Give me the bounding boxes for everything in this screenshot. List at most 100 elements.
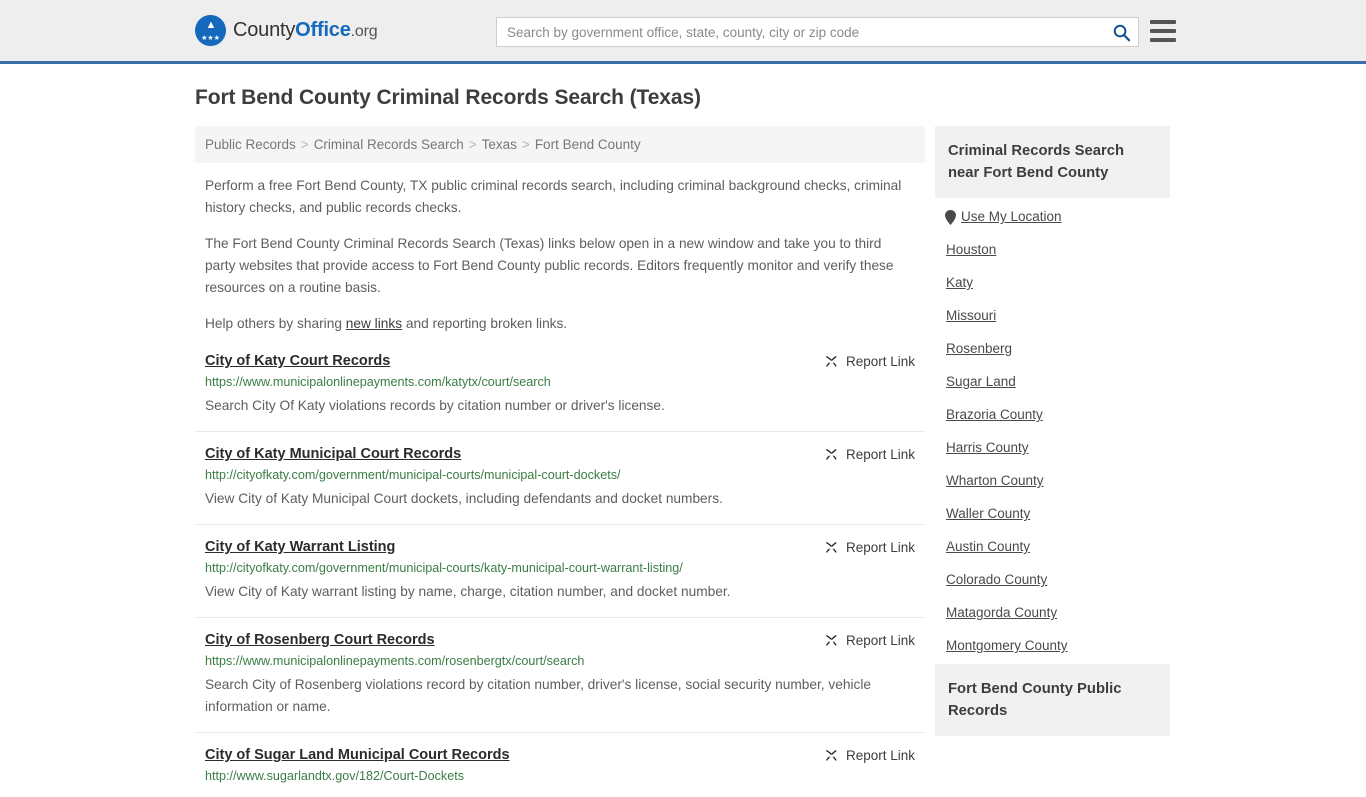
result-header: City of Rosenberg Court Records Report L… <box>205 632 915 648</box>
breadcrumb: Public Records > Criminal Records Search > T… <box>195 126 925 163</box>
breadcrumb-item-fort-bend-county: Fort Bend County <box>534 137 641 152</box>
broken-link-icon <box>826 750 837 761</box>
sidebar-item-austin-county[interactable]: Austin County <box>935 530 1170 563</box>
intro-paragraph-3-before: Help others by sharing <box>205 316 346 331</box>
sidebar-link[interactable]: Houston <box>935 233 996 266</box>
sidebar-item-matagorda-county[interactable]: Matagorda County <box>935 596 1170 629</box>
result-header: City of Katy Municipal Court Records Rep… <box>205 446 915 462</box>
search-button[interactable] <box>1104 18 1138 46</box>
report-link-button[interactable]: Report Link <box>824 539 915 555</box>
hamburger-bar <box>1150 20 1176 24</box>
sidebar-panel-heading: Criminal Records Search near Fort Bend C… <box>935 126 1170 198</box>
report-link-label: Report Link <box>845 633 915 648</box>
report-link-label: Report Link <box>845 354 915 369</box>
brand-part-org: .org <box>350 23 378 40</box>
sidebar-item-wharton-county[interactable]: Wharton County <box>935 464 1170 497</box>
map-pin-icon <box>945 210 956 225</box>
broken-link-icon <box>826 542 837 553</box>
sidebar-link[interactable]: Matagorda County <box>935 596 1057 629</box>
sidebar-item-katy[interactable]: Katy <box>935 266 1170 299</box>
site-header: ▲ ★★★ CountyOffice.org <box>0 0 1366 64</box>
result-header: City of Katy Court Records Report Link <box>205 353 915 369</box>
report-link-button[interactable]: Report Link <box>824 353 915 369</box>
sidebar-link[interactable]: Austin County <box>935 530 1030 563</box>
brand-text: CountyOffice.org <box>233 19 378 42</box>
result-header: City of Sugar Land Municipal Court Recor… <box>205 747 915 763</box>
result-url[interactable]: http://cityofkaty.com/government/municip… <box>205 561 915 575</box>
eagle-shield-icon: ▲ ★★★ <box>195 15 226 46</box>
sidebar-link[interactable]: Waller County <box>935 497 1030 530</box>
sidebar-link[interactable]: Rosenberg <box>935 332 1012 365</box>
result-description: Search City Of Katy violations records b… <box>205 398 665 413</box>
report-link-button[interactable]: Report Link <box>824 747 915 763</box>
page-body: Fort Bend County Criminal Records Search… <box>0 64 1366 797</box>
result-description: View City of Katy warrant listing by nam… <box>205 584 731 599</box>
sidebar-link-list: Use My Location Houston Katy Missouri Ro… <box>935 198 1170 662</box>
sidebar-panel-nearby: Criminal Records Search near Fort Bend C… <box>935 126 1170 662</box>
result-url[interactable]: https://www.municipalonlinepayments.com/… <box>205 375 915 389</box>
report-link-button[interactable]: Report Link <box>824 446 915 462</box>
sidebar-link[interactable]: Colorado County <box>935 563 1047 596</box>
hamburger-bar <box>1150 38 1176 42</box>
result-title-link[interactable]: City of Katy Municipal Court Records <box>205 446 461 462</box>
breadcrumb-item-texas[interactable]: Texas <box>482 137 517 152</box>
hamburger-bar <box>1150 29 1176 33</box>
report-link-label: Report Link <box>845 748 915 763</box>
result-item: City of Sugar Land Municipal Court Recor… <box>195 732 925 797</box>
sidebar: Criminal Records Search near Fort Bend C… <box>935 126 1170 738</box>
sidebar-item-rosenberg[interactable]: Rosenberg <box>935 332 1170 365</box>
breadcrumb-separator: > <box>468 137 477 152</box>
result-header: City of Katy Warrant Listing Report Link <box>205 539 915 555</box>
report-link-label: Report Link <box>845 540 915 555</box>
result-title-link[interactable]: City of Katy Court Records <box>205 353 390 369</box>
search-bar[interactable] <box>496 17 1139 47</box>
result-item: City of Katy Warrant Listing Report Link… <box>195 524 925 617</box>
result-item: City of Rosenberg Court Records Report L… <box>195 617 925 732</box>
site-logo[interactable]: ▲ ★★★ CountyOffice.org <box>195 15 378 46</box>
sidebar-link[interactable]: Montgomery County <box>935 629 1068 662</box>
report-link-label: Report Link <box>845 447 915 462</box>
sidebar-item-montgomery-county[interactable]: Montgomery County <box>935 629 1170 662</box>
sidebar-item-harris-county[interactable]: Harris County <box>935 431 1170 464</box>
result-item: City of Katy Municipal Court Records Rep… <box>195 431 925 524</box>
sidebar-item-sugar-land[interactable]: Sugar Land <box>935 365 1170 398</box>
report-link-button[interactable]: Report Link <box>824 632 915 648</box>
sidebar-link[interactable]: Brazoria County <box>935 398 1043 431</box>
main-content: Public Records > Criminal Records Search > T… <box>195 126 925 797</box>
result-url[interactable]: http://www.sugarlandtx.gov/182/Court-Doc… <box>205 769 915 783</box>
result-url[interactable]: https://www.municipalonlinepayments.com/… <box>205 654 915 668</box>
sidebar-item-houston[interactable]: Houston <box>935 233 1170 266</box>
use-my-location-link[interactable]: Use My Location <box>961 200 1062 233</box>
sidebar-item-use-my-location[interactable]: Use My Location <box>935 198 1170 233</box>
intro-paragraph-3-after: and reporting broken links. <box>402 316 568 331</box>
sidebar-item-waller-county[interactable]: Waller County <box>935 497 1170 530</box>
result-title-link[interactable]: City of Sugar Land Municipal Court Recor… <box>205 747 510 763</box>
sidebar-link[interactable]: Harris County <box>935 431 1029 464</box>
content-columns: Public Records > Criminal Records Search > T… <box>195 126 1366 797</box>
sidebar-link[interactable]: Wharton County <box>935 464 1044 497</box>
broken-link-icon <box>826 356 837 367</box>
result-description: View City of Katy Municipal Court docket… <box>205 491 723 506</box>
result-title-link[interactable]: City of Katy Warrant Listing <box>205 539 395 555</box>
result-title-link[interactable]: City of Rosenberg Court Records <box>205 632 435 648</box>
sidebar-item-missouri[interactable]: Missouri <box>935 299 1170 332</box>
sidebar-panel-heading: Fort Bend County Public Records <box>935 664 1170 736</box>
breadcrumb-separator: > <box>521 137 530 152</box>
result-url[interactable]: http://cityofkaty.com/government/municip… <box>205 468 915 482</box>
result-item: City of Katy Court Records Report Link h… <box>195 349 925 431</box>
hamburger-menu-icon[interactable] <box>1150 20 1176 42</box>
sidebar-link[interactable]: Katy <box>935 266 973 299</box>
search-input[interactable] <box>497 18 1104 46</box>
sidebar-link[interactable]: Missouri <box>935 299 996 332</box>
sidebar-item-colorado-county[interactable]: Colorado County <box>935 563 1170 596</box>
breadcrumb-separator: > <box>300 137 309 152</box>
new-links-link[interactable]: new links <box>346 316 402 331</box>
page-title: Fort Bend County Criminal Records Search… <box>195 86 701 109</box>
breadcrumb-item-criminal-records-search[interactable]: Criminal Records Search <box>314 137 464 152</box>
sidebar-item-brazoria-county[interactable]: Brazoria County <box>935 398 1170 431</box>
breadcrumb-item-public-records[interactable]: Public Records <box>205 137 296 152</box>
intro-paragraph-2: The Fort Bend County Criminal Records Se… <box>205 236 894 295</box>
broken-link-icon <box>826 449 837 460</box>
result-description: Search City of Rosenberg violations reco… <box>205 677 872 714</box>
sidebar-link[interactable]: Sugar Land <box>935 365 1016 398</box>
